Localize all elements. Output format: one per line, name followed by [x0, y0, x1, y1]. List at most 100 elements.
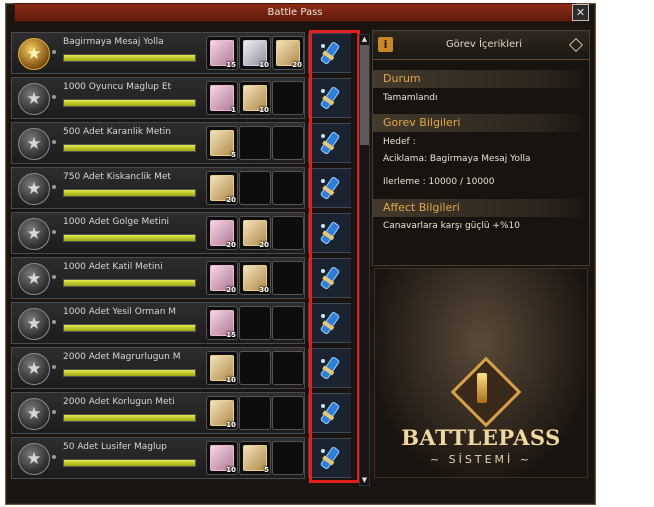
reward-slot[interactable] [272, 81, 304, 115]
quest-name: 1000 Adet Katil Metini [63, 262, 163, 272]
reward-slot[interactable] [272, 216, 304, 250]
row-pin-icon [52, 365, 56, 369]
silver-star-medal-icon: ★ [18, 263, 50, 295]
row-pin-icon [52, 320, 56, 324]
reward-slot[interactable] [239, 306, 271, 340]
quest-progress-text: Ilerleme : 10000 / 10000 [383, 177, 495, 187]
row-pin-icon [52, 275, 56, 279]
quest-row[interactable]: ★ 750 Adet Kiskanclik Met 20 [11, 167, 305, 209]
quest-detail-panel: i Görev İçerikleri Durum Tamamlandı Gore… [372, 30, 590, 266]
reward-slot[interactable]: 20 [206, 216, 238, 250]
silver-star-medal-icon: ★ [18, 83, 50, 115]
scroll-down-icon[interactable]: ▼ [360, 476, 369, 485]
reward-slot[interactable]: 10 [206, 351, 238, 385]
quest-row[interactable]: ★ 2000 Adet Magrurlugun M 10 [11, 347, 305, 389]
detail-header-title: Görev İçerikleri [445, 39, 523, 50]
reward-slot[interactable] [272, 171, 304, 205]
reward-count: 10 [259, 61, 269, 69]
silver-star-medal-icon: ★ [18, 128, 50, 160]
reward-slot[interactable]: 5 [206, 126, 238, 160]
close-button[interactable]: ✕ [572, 4, 589, 21]
reward-count: 20 [226, 286, 236, 294]
reward-slot[interactable]: 20 [272, 36, 304, 70]
quest-progress-bar [63, 279, 196, 287]
row-pin-icon [52, 50, 56, 54]
quest-progress-bar [63, 369, 196, 377]
scroll-up-icon[interactable]: ▲ [360, 35, 369, 44]
reward-slot[interactable] [272, 261, 304, 295]
quest-row[interactable]: ★ 1000 Adet Yesil Orman M 15 [11, 302, 305, 344]
info-icon: i [378, 37, 393, 52]
silver-star-medal-icon: ★ [18, 443, 50, 475]
affect-section-title: Affect Bilgileri [373, 199, 589, 217]
claim-column-highlight [309, 30, 360, 483]
silver-star-medal-icon: ★ [18, 398, 50, 430]
battlepass-banner: BATTLEPASS ~ SİSTEMİ ~ [374, 268, 588, 478]
window-title: Battle Pass [14, 3, 576, 22]
quest-row[interactable]: ★ 1000 Adet Golge Metini 20 20 [11, 212, 305, 254]
reward-count: 20 [226, 241, 236, 249]
banner-title: BATTLEPASS [401, 425, 561, 450]
reward-slot[interactable]: 10 [206, 441, 238, 475]
quest-progress-bar [63, 324, 196, 332]
quest-row[interactable]: ★ 50 Adet Lusifer Maglup 10 5 [11, 437, 305, 479]
quest-progress-fill [64, 370, 195, 376]
quest-row[interactable]: ★ 2000 Adet Korlugun Meti 10 [11, 392, 305, 434]
reward-slot[interactable]: 15 [206, 36, 238, 70]
gold-star-medal-icon: ★ [18, 38, 50, 70]
reward-count: 5 [264, 466, 269, 474]
reward-slot[interactable]: 20 [239, 216, 271, 250]
quest-progress-fill [64, 100, 195, 106]
reward-slot[interactable] [272, 351, 304, 385]
status-value: Tamamlandı [383, 93, 438, 103]
reward-slot[interactable] [239, 171, 271, 205]
reward-slot[interactable]: 15 [206, 306, 238, 340]
reward-count: 20 [292, 61, 302, 69]
quest-progress-bar [63, 54, 196, 62]
quest-name: 1000 Adet Yesil Orman M [63, 307, 177, 317]
diamond-icon [568, 37, 584, 53]
quest-info-section-title: Gorev Bilgileri [373, 114, 589, 132]
quest-name: 1000 Adet Golge Metini [63, 217, 170, 227]
reward-slot[interactable] [272, 306, 304, 340]
silver-star-medal-icon: ★ [18, 218, 50, 250]
reward-count: 15 [226, 61, 236, 69]
reward-slot[interactable]: 10 [206, 396, 238, 430]
reward-slot[interactable]: 30 [239, 261, 271, 295]
reward-slot[interactable] [239, 351, 271, 385]
reward-slot[interactable] [239, 126, 271, 160]
quest-name: 500 Adet Karanlik Metin [63, 127, 171, 137]
reward-slot[interactable] [272, 126, 304, 160]
reward-count: 15 [226, 331, 236, 339]
reward-count: 10 [259, 106, 269, 114]
reward-slot[interactable]: 20 [206, 171, 238, 205]
quest-name: 2000 Adet Korlugun Meti [63, 397, 175, 407]
reward-count: 20 [226, 196, 236, 204]
detail-header: i Görev İçerikleri [373, 31, 589, 60]
quest-progress-bar [63, 189, 196, 197]
silver-star-medal-icon: ★ [18, 308, 50, 340]
quest-row[interactable]: ★ 1000 Adet Katil Metini 20 30 [11, 257, 305, 299]
reward-slot[interactable]: 20 [206, 261, 238, 295]
quest-progress-bar [63, 144, 196, 152]
reward-slot[interactable]: 10 [239, 81, 271, 115]
quest-list-scrollbar[interactable]: ▲ ▼ [359, 34, 370, 486]
quest-progress-fill [64, 235, 195, 241]
quest-row[interactable]: ★ Bagirmaya Mesaj Yolla 15 10 20 [11, 32, 305, 74]
reward-slot[interactable] [272, 396, 304, 430]
quest-list: ★ Bagirmaya Mesaj Yolla 15 10 20 ★ 1000 Oyuncu… [11, 32, 351, 484]
quest-row[interactable]: ★ 1000 Oyuncu Maglup Et 1 10 [11, 77, 305, 119]
reward-slot[interactable]: 1 [206, 81, 238, 115]
reward-slot[interactable] [239, 396, 271, 430]
reward-slot[interactable] [272, 441, 304, 475]
scroll-thumb[interactable] [360, 45, 369, 145]
quest-name: 1000 Oyuncu Maglup Et [63, 82, 172, 92]
quest-progress-bar [63, 234, 196, 242]
quest-row[interactable]: ★ 500 Adet Karanlik Metin 5 [11, 122, 305, 164]
quest-description: Aciklama: Bagirmaya Mesaj Yolla [383, 154, 531, 164]
quest-progress-fill [64, 280, 195, 286]
row-pin-icon [52, 140, 56, 144]
reward-slot[interactable]: 5 [239, 441, 271, 475]
reward-slot[interactable]: 10 [239, 36, 271, 70]
quest-progress-fill [64, 145, 195, 151]
